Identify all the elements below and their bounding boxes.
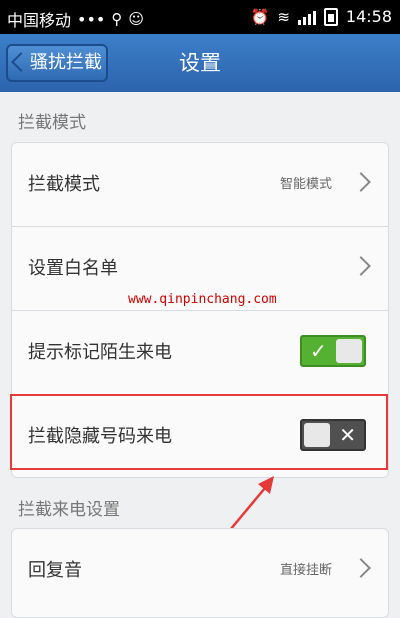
alarm-icon: ⏰ <box>250 7 270 26</box>
page-title: 设置 <box>179 51 221 75</box>
chevron-right-icon <box>351 172 371 192</box>
section-header-intercept-mode: 拦截模式 <box>18 113 86 133</box>
carrier-name: 中国移动 <box>7 11 72 30</box>
reply-tone-value: 直接挂断 <box>279 563 332 578</box>
setting-row-mark-stranger: 提示标记陌生来电 ✓ <box>12 311 388 394</box>
intercept-mode-value: 智能模式 <box>279 177 332 192</box>
android-icon: ☺ <box>128 10 144 28</box>
chevron-right-icon <box>351 558 371 578</box>
signal-icon <box>297 9 316 25</box>
settings-card-call: 回复音 直接挂断 <box>11 528 389 618</box>
status-right: ⏰ ≋ 14:58 <box>251 7 392 26</box>
whitelist-label: 设置白名单 <box>28 258 118 279</box>
clock: 14:58 <box>345 7 392 26</box>
notification-dots: ••• <box>77 9 106 29</box>
check-icon: ✓ <box>310 339 327 363</box>
intercept-mode-label: 拦截模式 <box>28 174 100 195</box>
battery-icon <box>323 7 338 26</box>
watermark: www.qinpinchang.com <box>128 292 277 307</box>
title-bar: 骚扰拦截 设置 <box>0 34 400 92</box>
status-left: 中国移动 ••• ⚲ ☺ <box>7 7 144 31</box>
reply-tone-label: 回复音 <box>28 560 82 581</box>
mark-stranger-toggle[interactable]: ✓ <box>300 335 366 367</box>
usb-icon: ⚲ <box>111 10 123 28</box>
mark-stranger-label: 提示标记陌生来电 <box>28 342 172 363</box>
status-bar: 中国移动 ••• ⚲ ☺ ⏰ ≋ 14:58 <box>0 0 400 34</box>
section-header-call-settings: 拦截来电设置 <box>18 500 120 520</box>
wifi-icon: ≋ <box>277 7 290 26</box>
toggle-knob <box>336 339 362 363</box>
setting-row-reply-tone[interactable]: 回复音 直接挂断 <box>12 529 388 612</box>
annotation-highlight-box <box>10 394 388 470</box>
chevron-right-icon <box>351 256 371 276</box>
setting-row-intercept-mode[interactable]: 拦截模式 智能模式 <box>12 143 388 226</box>
